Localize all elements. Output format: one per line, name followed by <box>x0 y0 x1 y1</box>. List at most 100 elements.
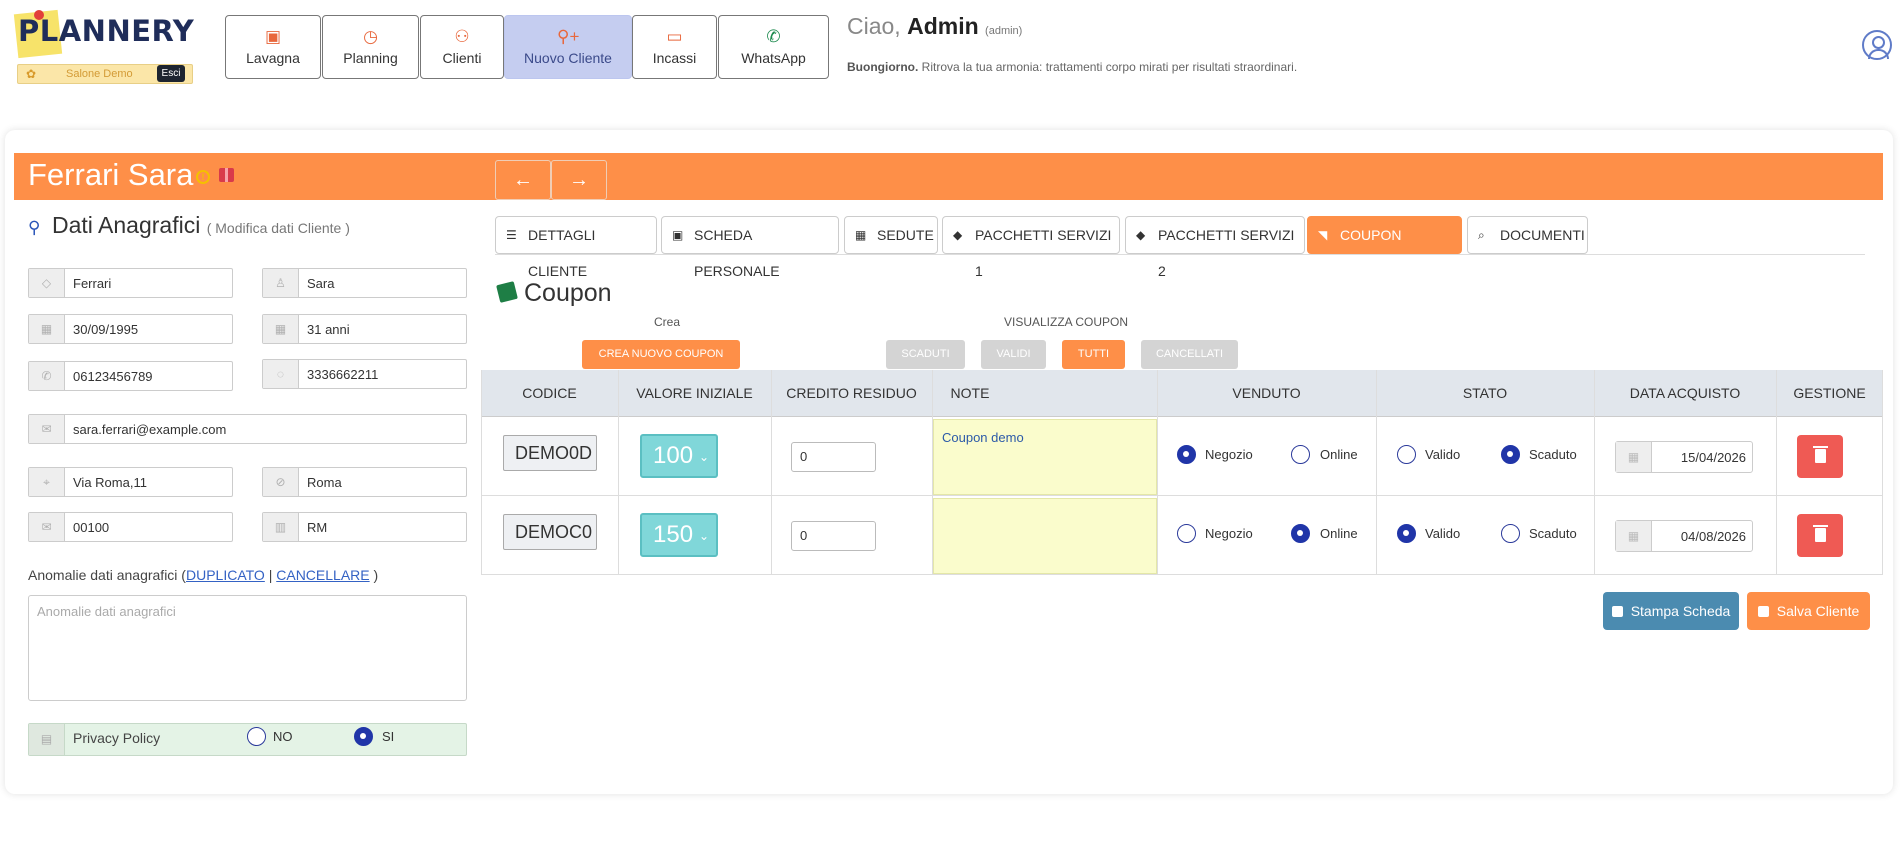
crea-nuovo-coupon-button[interactable]: CREA NUOVO COUPON <box>582 340 740 369</box>
nome-field[interactable]: ♙ Sara <box>262 268 467 298</box>
credito-residuo-input[interactable]: 0 <box>791 442 876 472</box>
privacy-si-radio[interactable] <box>354 727 373 746</box>
col-codice: CODICE <box>522 385 577 401</box>
mobile-field[interactable]: ◌ 3336662211 <box>262 359 467 389</box>
calendar-icon: ▦ <box>1616 442 1652 472</box>
table-divider <box>1157 370 1158 575</box>
salon-icon: ✿ <box>26 67 37 81</box>
tags-icon: ◆ <box>953 228 963 242</box>
venduto-negozio-label: Negozio <box>1205 447 1253 462</box>
tab-divider <box>495 254 1865 255</box>
gift-icon <box>219 168 234 182</box>
stato-scaduto-radio[interactable] <box>1501 445 1520 464</box>
stato-scaduto-label: Scaduto <box>1529 526 1577 541</box>
filter-tutti-button[interactable]: TUTTI <box>1062 340 1125 369</box>
stato-valido-radio[interactable] <box>1397 445 1416 464</box>
compass-icon: ⊘ <box>263 468 299 496</box>
phone-icon: ✆ <box>29 362 65 390</box>
coupon-code-input[interactable]: DEMOC0 <box>503 514 597 550</box>
prev-client-button[interactable]: ← <box>495 160 551 200</box>
logout-button[interactable]: Esci <box>157 65 185 82</box>
next-client-button[interactable]: → <box>551 160 607 200</box>
anomalie-label: Anomalie dati anagrafici (DUPLICATO | CA… <box>28 567 379 583</box>
envelope-icon: ✉ <box>29 415 65 443</box>
venduto-online-label: Online <box>1320 526 1358 541</box>
logo-pin-icon <box>34 10 44 20</box>
col-data-acquisto: DATA ACQUISTO <box>1629 385 1741 401</box>
map-icon: ▥ <box>263 513 299 541</box>
valore-iniziale-select[interactable]: 100 ⌄ <box>640 434 718 478</box>
app-logo[interactable]: PLANNERY <box>18 14 194 48</box>
data-acquisto-input[interactable]: ▦ 15/04/2026 <box>1615 441 1753 473</box>
filter-cancellati-button[interactable]: CANCELLATI <box>1141 340 1238 369</box>
venduto-negozio-radio[interactable] <box>1177 524 1196 543</box>
map-pin-icon: ⌖ <box>29 468 65 496</box>
tab-pacchetti-servizi-2[interactable]: ◆ PACCHETTI SERVIZI 2 <box>1125 216 1305 279</box>
visualizza-label: VISUALIZZA COUPON <box>1004 315 1129 329</box>
coupon-note-field[interactable]: Coupon demo <box>933 419 1157 495</box>
coupon-note-field[interactable] <box>933 498 1157 574</box>
nav-lavagna[interactable]: ▣ Lavagna <box>225 15 321 79</box>
province-field[interactable]: ▥ RM <box>262 512 467 542</box>
nav-whatsapp[interactable]: ✆ WhatsApp <box>718 15 829 79</box>
delete-coupon-button[interactable] <box>1797 514 1843 557</box>
city-field[interactable]: ⊘ Roma <box>262 467 467 497</box>
address-field[interactable]: ⌖ Via Roma,11 <box>28 467 233 497</box>
birthdate-field[interactable]: ▦ 30/09/1995 <box>28 314 233 344</box>
coupon-title: Coupon <box>496 279 612 308</box>
table-divider <box>1376 370 1377 575</box>
col-note: NOTE <box>950 385 990 401</box>
trash-icon <box>1813 446 1828 463</box>
data-acquisto-input[interactable]: ▦ 04/08/2026 <box>1615 520 1753 552</box>
stampa-scheda-button[interactable]: Stampa Scheda <box>1603 592 1739 630</box>
credito-residuo-input[interactable]: 0 <box>791 521 876 551</box>
venduto-online-label: Online <box>1320 447 1358 462</box>
cap-field[interactable]: ✉ 00100 <box>28 512 233 542</box>
delete-coupon-button[interactable] <box>1797 435 1843 478</box>
anomalie-placeholder: Anomalie dati anagrafici <box>37 604 176 619</box>
cancellare-link[interactable]: CANCELLARE <box>276 567 369 583</box>
email-field[interactable]: ✉ sara.ferrari@example.com <box>28 414 467 444</box>
tab-pacchetti-servizi-1[interactable]: ◆ PACCHETTI SERVIZI 1 <box>942 216 1120 279</box>
col-gestione: GESTIONE <box>1793 385 1866 401</box>
filter-validi-button[interactable]: VALIDI <box>981 340 1046 369</box>
venduto-online-radio[interactable] <box>1291 524 1310 543</box>
tab-coupon-salone[interactable]: ◥ COUPON SALONE <box>1307 216 1462 279</box>
tab-documenti[interactable]: ⌕ DOCUMENTI <box>1467 216 1588 254</box>
calendar-clock-icon: ◷ <box>363 27 378 46</box>
tab-scheda-personale[interactable]: ▣ SCHEDA PERSONALE <box>661 216 839 279</box>
stato-scaduto-radio[interactable] <box>1501 524 1520 543</box>
nav-clienti[interactable]: ⚇ Clienti <box>420 15 504 79</box>
duplicato-link[interactable]: DUPLICATO <box>186 567 265 583</box>
stato-valido-label: Valido <box>1425 526 1461 541</box>
greeting-message: Buongiorno. Ritrova la tua armonia: trat… <box>847 60 1298 74</box>
cognome-field[interactable]: ◇ Ferrari <box>28 268 233 298</box>
calendar-icon: ▦ <box>1616 521 1652 551</box>
tab-sedute[interactable]: ▦ SEDUTE <box>844 216 938 254</box>
user-profile-icon[interactable] <box>1862 30 1892 60</box>
valore-iniziale-select[interactable]: 150 ⌄ <box>640 513 718 557</box>
user-role: (admin) <box>985 25 1023 37</box>
table-divider <box>1594 370 1595 575</box>
privacy-no-radio[interactable] <box>247 727 266 746</box>
salva-cliente-button[interactable]: Salva Cliente <box>1747 592 1870 630</box>
nav-nuovo-cliente[interactable]: ⚲+ Nuovo Cliente <box>504 15 632 79</box>
venduto-online-radio[interactable] <box>1291 445 1310 464</box>
venduto-negozio-radio[interactable] <box>1177 445 1196 464</box>
nav-planning[interactable]: ◷ Planning <box>322 15 419 79</box>
col-credito-residuo: CREDITO RESIDUO <box>786 385 917 401</box>
coupon-code-input[interactable]: DEMO0D <box>503 435 597 471</box>
phone-field[interactable]: ✆ 06123456789 <box>28 361 233 391</box>
nav-incassi[interactable]: ▭ Incassi <box>632 15 717 79</box>
mailbox-icon: ✉ <box>29 513 65 541</box>
stato-scaduto-label: Scaduto <box>1529 447 1577 462</box>
user-icon: ⚲ <box>28 218 41 237</box>
user-plus-icon: ⚲+ <box>557 27 580 46</box>
file-icon: ▣ <box>672 228 684 242</box>
edit-client-link[interactable]: ( Modifica dati Cliente ) <box>207 220 350 236</box>
table-divider <box>771 370 772 575</box>
tab-dettagli-cliente[interactable]: ☰ DETTAGLI CLIENTE <box>495 216 657 279</box>
stato-valido-radio[interactable] <box>1397 524 1416 543</box>
calendar-icon: ▦ <box>29 315 65 343</box>
filter-scaduti-button[interactable]: SCADUTI <box>886 340 965 369</box>
